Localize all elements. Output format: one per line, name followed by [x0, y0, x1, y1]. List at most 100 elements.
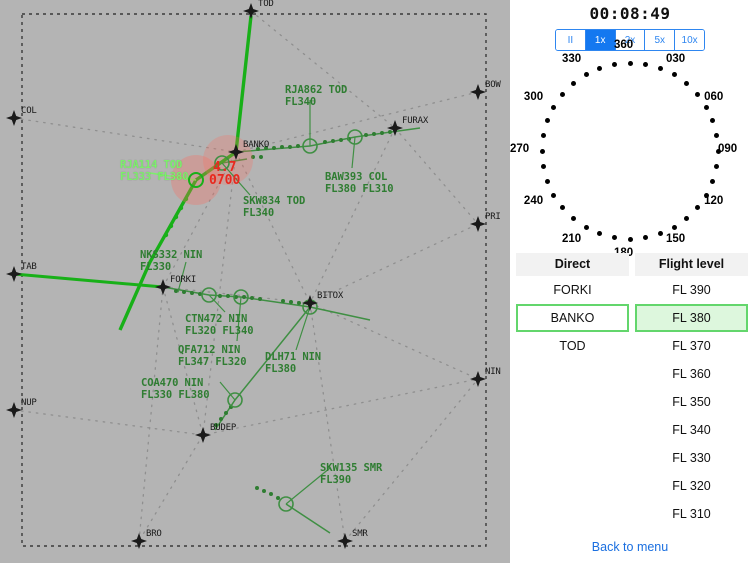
compass-label-360[interactable]: 360: [614, 39, 633, 51]
speed-button-ii[interactable]: II: [556, 30, 586, 50]
compass-tick-dot[interactable]: [703, 104, 709, 110]
waypoint-label-bitox[interactable]: BITOX: [317, 291, 343, 301]
waypoint-label-nin[interactable]: NIN: [485, 367, 501, 377]
aircraft-levels: FL390: [320, 473, 352, 486]
aircraft-label-nks332[interactable]: NKS332 NIN FL330: [140, 249, 203, 273]
aircraft-callsign: NKS332 NIN: [140, 249, 203, 261]
speed-button-10x[interactable]: 10x: [675, 30, 704, 50]
waypoint-label-bro[interactable]: BRO: [146, 529, 162, 539]
compass-label-150[interactable]: 150: [666, 233, 685, 245]
compass-tick-dot[interactable]: [612, 235, 618, 241]
compass-tick-dot[interactable]: [671, 72, 677, 78]
compass-tick-dot[interactable]: [642, 61, 648, 67]
flight-level-option-fl380[interactable]: FL 380: [635, 304, 748, 332]
compass-tick-dot[interactable]: [540, 133, 546, 139]
compass-tick-dot[interactable]: [597, 231, 603, 237]
compass-tick-dot[interactable]: [570, 215, 576, 221]
compass-tick-dot[interactable]: [540, 163, 546, 169]
simulation-clock: 00:08:49: [589, 4, 671, 23]
compass-tick-dot[interactable]: [560, 205, 566, 211]
aircraft-callsign: SKW135 SMR: [320, 462, 383, 474]
compass-tick-dot[interactable]: [551, 192, 557, 198]
flight-level-option-fl330[interactable]: FL 330: [635, 444, 748, 472]
waypoint-label-forki[interactable]: FORKI: [170, 275, 196, 285]
compass-tick-dot[interactable]: [583, 224, 589, 230]
aircraft-label-dlh71[interactable]: DLH71 NIN FL380: [265, 351, 321, 375]
flight-level-option-fl360[interactable]: FL 360: [635, 360, 748, 388]
waypoint-label-furax[interactable]: FURAX: [402, 116, 428, 126]
aircraft-label-skw834[interactable]: SKW834 TOD FL340: [243, 195, 306, 219]
aircraft-label-baw393[interactable]: BAW393 COL FL380 FL310: [325, 171, 394, 195]
aircraft-label-skw135[interactable]: SKW135 SMR FL390: [320, 462, 383, 486]
radar-display[interactable]: TOD COL BOW FURAX BANKO PRI TAB FORKI BITOX NIN NU…: [0, 0, 510, 563]
waypoint-label-bow[interactable]: BOW: [485, 80, 501, 90]
aircraft-levels: FL380: [265, 362, 297, 375]
flight-level-option-fl390[interactable]: FL 390: [635, 276, 748, 304]
compass-label-240[interactable]: 240: [524, 195, 543, 207]
compass-label-330[interactable]: 330: [562, 53, 581, 65]
aircraft-levels: FL320 FL340: [185, 324, 254, 337]
compass-label-060[interactable]: 060: [704, 91, 723, 103]
compass-tick-dot[interactable]: [714, 133, 720, 139]
back-to-menu-link[interactable]: Back to menu: [510, 540, 750, 554]
compass-tick-dot[interactable]: [710, 178, 716, 184]
waypoint-label-col[interactable]: COL: [21, 106, 37, 116]
flight-level-option-fl340[interactable]: FL 340: [635, 416, 748, 444]
compass-tick-dot[interactable]: [539, 148, 545, 154]
speed-button-5x[interactable]: 5x: [645, 30, 676, 50]
compass-tick-dot[interactable]: [627, 60, 633, 66]
compass-label-210[interactable]: 210: [562, 233, 581, 245]
compass-tick-dot[interactable]: [544, 118, 550, 124]
direct-option-banko[interactable]: BANKO: [516, 304, 629, 332]
compass-label-120[interactable]: 120: [704, 195, 723, 207]
flight-level-option-fl310[interactable]: FL 310: [635, 500, 748, 528]
flight-level-option-fl320[interactable]: FL 320: [635, 472, 748, 500]
compass-tick-dot[interactable]: [710, 118, 716, 124]
compass-tick-dot[interactable]: [597, 65, 603, 71]
waypoint-label-tod[interactable]: TOD: [258, 0, 274, 9]
compass-tick-dot[interactable]: [671, 224, 677, 230]
compass-tick-dot[interactable]: [714, 163, 720, 169]
compass-label-030[interactable]: 030: [666, 53, 685, 65]
direct-option-forki[interactable]: FORKI: [516, 276, 629, 304]
compass-tick-dot[interactable]: [583, 72, 589, 78]
heading-compass[interactable]: 360030060090120150180210240270300330: [510, 39, 750, 259]
aircraft-levels: FL333 FL380: [120, 170, 189, 183]
aircraft-label-rja114[interactable]: RJA114 TOD FL333 FL380: [120, 159, 189, 183]
aircraft-callsign: CTN472 NIN: [185, 313, 248, 325]
compass-tick-dot[interactable]: [642, 235, 648, 241]
aircraft-callsign: QFA712 NIN: [178, 344, 241, 356]
compass-tick-dot[interactable]: [694, 205, 700, 211]
speed-button-1x[interactable]: 1x: [585, 30, 616, 50]
compass-tick-dot[interactable]: [551, 104, 557, 110]
compass-tick-dot[interactable]: [684, 81, 690, 87]
compass-tick-dot[interactable]: [627, 236, 633, 242]
waypoint-label-nup[interactable]: NUP: [21, 398, 37, 408]
direct-option-tod[interactable]: TOD: [516, 332, 629, 360]
aircraft-label-coa470[interactable]: COA470 NIN FL330 FL380: [141, 377, 210, 401]
compass-label-300[interactable]: 300: [524, 91, 543, 103]
aircraft-levels: FL340: [243, 206, 275, 219]
aircraft-callsign: SKW834 TOD: [243, 195, 306, 207]
aircraft-label-ctn472[interactable]: CTN472 NIN FL320 FL340: [185, 313, 254, 337]
compass-label-090[interactable]: 090: [718, 143, 737, 155]
compass-tick-dot[interactable]: [657, 231, 663, 237]
aircraft-levels: FL330: [140, 260, 172, 273]
waypoint-label-smr[interactable]: SMR: [352, 529, 368, 539]
compass-tick-dot[interactable]: [560, 91, 566, 97]
waypoint-label-tab[interactable]: TAB: [21, 262, 37, 272]
waypoint-label-banko[interactable]: BANKO: [243, 140, 269, 150]
aircraft-label-qfa712[interactable]: QFA712 NIN FL347 FL320: [178, 344, 247, 368]
flight-level-option-fl370[interactable]: FL 370: [635, 332, 748, 360]
aircraft-label-rja862[interactable]: RJA862 TOD FL340: [285, 84, 347, 108]
compass-label-270[interactable]: 270: [510, 143, 529, 155]
waypoint-label-budep[interactable]: BUDEP: [210, 423, 236, 433]
compass-tick-dot[interactable]: [684, 215, 690, 221]
compass-tick-dot[interactable]: [657, 65, 663, 71]
compass-tick-dot[interactable]: [570, 81, 576, 87]
compass-tick-dot[interactable]: [544, 178, 550, 184]
compass-tick-dot[interactable]: [694, 91, 700, 97]
compass-tick-dot[interactable]: [612, 61, 618, 67]
flight-level-option-fl350[interactable]: FL 350: [635, 388, 748, 416]
waypoint-label-pri[interactable]: PRI: [485, 212, 501, 222]
